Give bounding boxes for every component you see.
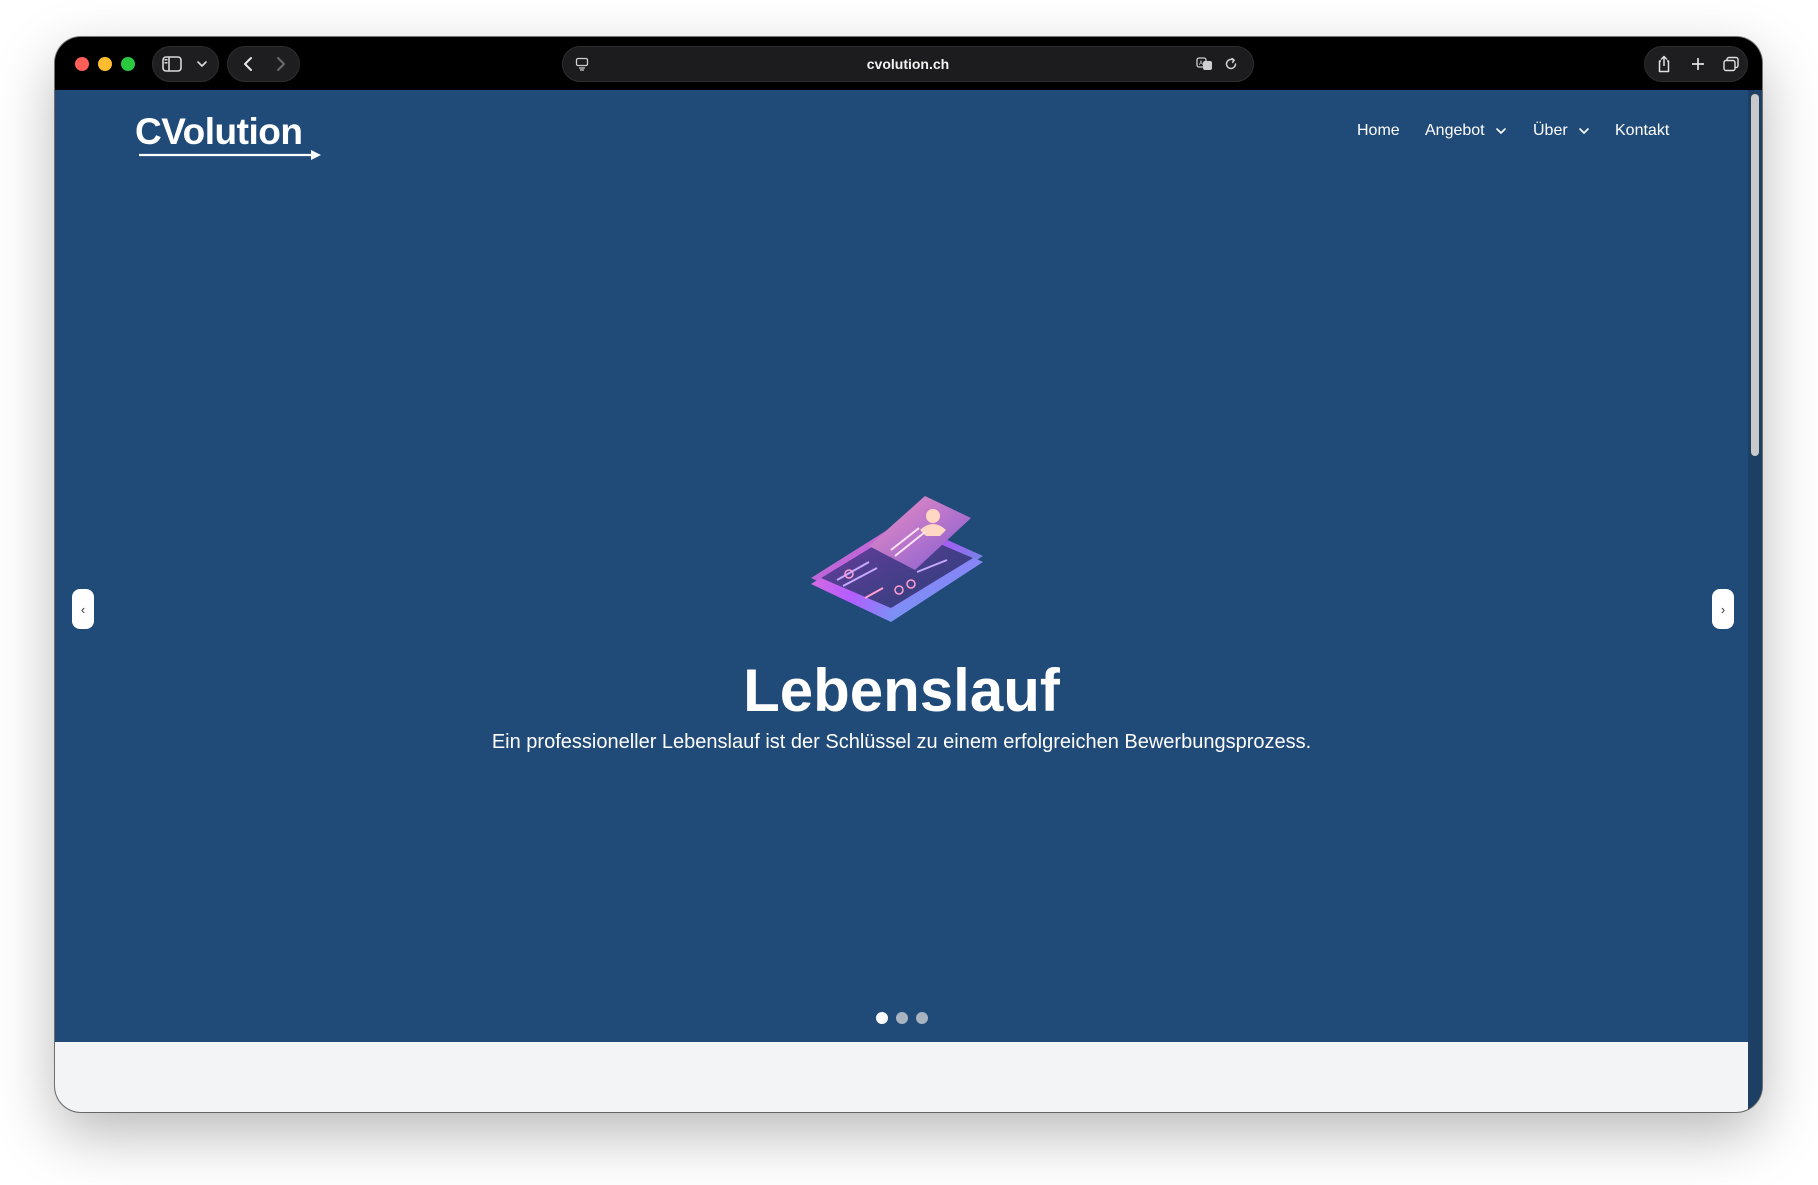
browser-window: cvolution.ch A CVolution Home Angebot Üb… bbox=[55, 37, 1762, 1112]
slide-title: Lebenslauf bbox=[743, 657, 1060, 724]
carousel-dot-1[interactable] bbox=[876, 1012, 888, 1024]
carousel-dot-2[interactable] bbox=[896, 1012, 908, 1024]
chevron-down-icon bbox=[1496, 127, 1506, 134]
back-icon[interactable] bbox=[231, 47, 265, 81]
share-icon[interactable] bbox=[1647, 47, 1681, 81]
address-bar[interactable]: cvolution.ch A bbox=[562, 46, 1254, 82]
reload-icon[interactable] bbox=[1219, 47, 1243, 81]
forward-icon[interactable] bbox=[264, 47, 298, 81]
chevron-down-icon bbox=[1579, 127, 1589, 134]
tabs-overview-icon[interactable] bbox=[1714, 47, 1748, 81]
translate-icon[interactable]: A bbox=[1193, 47, 1217, 81]
nav-ueber[interactable]: Über bbox=[1533, 121, 1590, 141]
url-text: cvolution.ch bbox=[866, 56, 950, 72]
site-logo[interactable]: CVolution bbox=[135, 110, 323, 162]
nav-angebot-label: Angebot bbox=[1425, 122, 1485, 139]
scrollbar-thumb[interactable] bbox=[1751, 94, 1759, 456]
nav-ueber-label: Über bbox=[1533, 122, 1568, 139]
sidebar-toggle-group bbox=[152, 46, 219, 82]
nav-kontakt[interactable]: Kontakt bbox=[1615, 121, 1669, 141]
sidebar-icon[interactable] bbox=[155, 47, 189, 81]
hero-carousel: CVolution Home Angebot Über Kontakt ‹ › … bbox=[55, 90, 1748, 1042]
new-tab-icon[interactable] bbox=[1681, 47, 1715, 81]
nav-angebot[interactable]: Angebot bbox=[1425, 121, 1507, 141]
window-actions-group bbox=[1644, 46, 1748, 82]
nav-home[interactable]: Home bbox=[1357, 121, 1400, 141]
carousel-prev-button[interactable]: ‹ bbox=[72, 589, 94, 629]
carousel-next-button[interactable]: › bbox=[1712, 589, 1734, 629]
logo-arrow-icon bbox=[139, 150, 321, 160]
browser-toolbar: cvolution.ch A bbox=[55, 37, 1762, 90]
slide-subtitle: Ein professioneller Lebenslauf ist der S… bbox=[491, 731, 1312, 753]
page-viewport: CVolution Home Angebot Über Kontakt ‹ › … bbox=[55, 90, 1748, 1112]
resume-phone-illustration bbox=[811, 496, 983, 622]
zoom-window-button[interactable] bbox=[121, 57, 135, 71]
chevron-down-icon[interactable] bbox=[187, 47, 217, 81]
history-nav-group bbox=[227, 46, 300, 82]
carousel-dot-3[interactable] bbox=[916, 1012, 928, 1024]
minimize-window-button[interactable] bbox=[98, 57, 112, 71]
close-window-button[interactable] bbox=[75, 57, 89, 71]
